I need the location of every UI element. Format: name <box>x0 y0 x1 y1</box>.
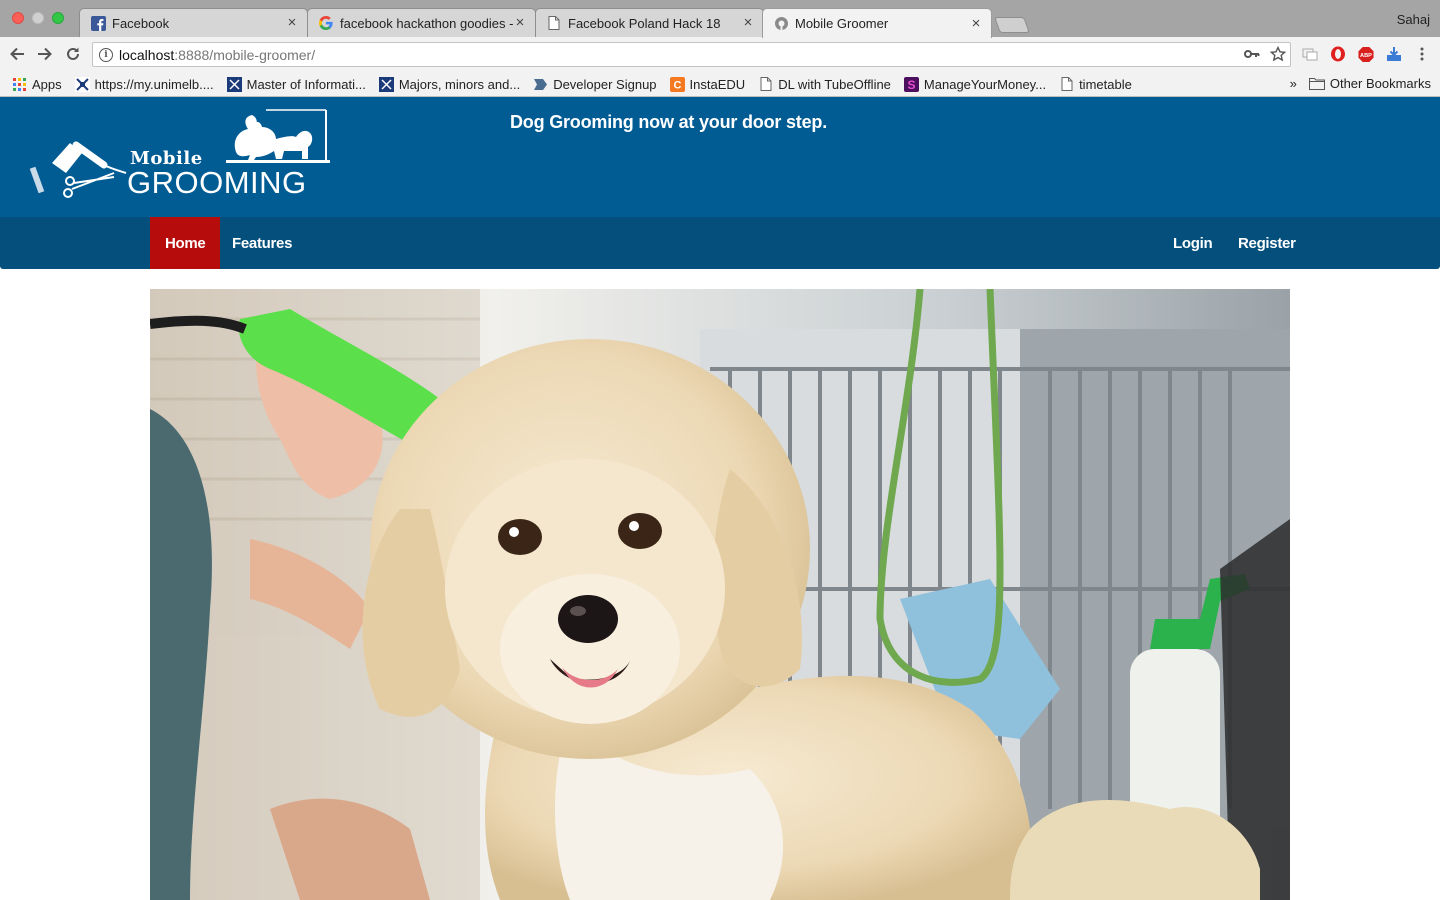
adblock-extension-icon[interactable]: ABP <box>1358 46 1374 62</box>
close-tab-icon[interactable]: × <box>969 16 983 31</box>
bookmark-label: Master of Informati... <box>246 76 366 92</box>
tab-title: Facebook <box>112 15 170 31</box>
bookmarks-bar: Apps https://my.unimelb.... Master of In… <box>0 72 1440 97</box>
minimize-window-button[interactable] <box>32 12 44 24</box>
bookmark-label: DL with TubeOffline <box>778 76 891 92</box>
bookmark-label: Apps <box>32 76 62 92</box>
bookmark-my-unimelb[interactable]: https://my.unimelb.... <box>74 76 214 92</box>
unimelb-icon <box>378 76 394 92</box>
fullscreen-window-button[interactable] <box>52 12 64 24</box>
hero-dog-grooming-image <box>150 289 1290 900</box>
back-arrow-icon[interactable] <box>7 44 27 64</box>
nav-home-link[interactable]: Home <box>150 217 221 269</box>
url-path: :8888/mobile-groomer/ <box>174 46 316 63</box>
facebook-icon <box>90 15 106 31</box>
instaedu-icon: C <box>669 76 685 92</box>
tab-title: facebook hackathon goodies - <box>340 15 513 31</box>
bookmark-label: InstaEDU <box>689 76 746 92</box>
nav-register-link[interactable]: Register <box>1223 217 1311 269</box>
tab-title: Facebook Poland Hack 18 <box>568 15 721 31</box>
developer-icon <box>533 77 548 92</box>
svg-text:C: C <box>673 79 681 91</box>
bookmark-manageyourmoney[interactable]: S ManageYourMoney... <box>903 76 1047 92</box>
page-icon <box>546 15 562 31</box>
unimelb-icon <box>226 76 242 92</box>
svg-text:S: S <box>907 78 915 92</box>
tab-facebook-poland-hack[interactable]: Facebook Poland Hack 18 × <box>535 8 764 37</box>
close-tab-icon[interactable]: × <box>285 15 299 30</box>
unimelb-icon <box>74 76 90 92</box>
bookmark-instaedu[interactable]: C InstaEDU <box>669 76 746 92</box>
forward-arrow-icon[interactable] <box>35 44 55 64</box>
new-tab-button[interactable] <box>994 17 1030 33</box>
bookmark-apps[interactable]: Apps <box>12 77 62 92</box>
key-icon[interactable] <box>1244 46 1260 65</box>
reload-icon[interactable] <box>63 44 83 64</box>
download-extension-icon[interactable] <box>1386 46 1402 62</box>
logo-grooming-text: GROOMING <box>127 165 307 200</box>
bookmark-timetable[interactable]: timetable <box>1059 77 1132 92</box>
site-info-icon[interactable]: i <box>99 47 113 62</box>
opera-extension-icon[interactable] <box>1330 46 1346 62</box>
tab-google-search[interactable]: facebook hackathon goodies - × <box>307 8 536 37</box>
folder-icon <box>1308 77 1325 90</box>
menu-kebab-icon[interactable] <box>1414 46 1430 62</box>
close-tab-icon[interactable]: × <box>513 15 527 30</box>
site-logo[interactable]: Mobile GROOMING <box>26 107 336 207</box>
bookmark-label: Majors, minors and... <box>398 76 521 92</box>
site-header: Mobile GROOMING Dog Grooming now at your… <box>0 97 1440 217</box>
tab-mobile-groomer[interactable]: Mobile Groomer × <box>762 8 992 38</box>
address-bar[interactable]: i localhost:8888/mobile-groomer/ <box>92 42 1291 67</box>
browser-tab-strip: Facebook × facebook hackathon goodies - … <box>0 0 1440 38</box>
tab-facebook[interactable]: Facebook × <box>79 8 308 37</box>
tab-title: Mobile Groomer <box>795 16 889 31</box>
close-tab-icon[interactable]: × <box>741 15 755 30</box>
globe-icon <box>773 16 789 32</box>
svg-text:ABP: ABP <box>1360 52 1372 58</box>
profile-name[interactable]: Sahaj <box>1397 12 1430 27</box>
cast-extension-icon[interactable] <box>1302 46 1318 62</box>
manageyourmoney-icon: S <box>903 76 919 92</box>
bookmark-label: Developer Signup <box>553 76 657 92</box>
site-tagline: Dog Grooming now at your door step. <box>510 112 827 132</box>
bookmark-developer-signup[interactable]: Developer Signup <box>533 76 657 92</box>
bookmark-label: timetable <box>1079 76 1132 92</box>
page-icon <box>758 77 773 92</box>
nav-login-link[interactable]: Login <box>1158 217 1227 269</box>
google-icon <box>318 15 334 31</box>
apps-grid-icon <box>12 77 27 92</box>
bookmark-star-icon[interactable] <box>1269 45 1287 65</box>
bookmark-label: https://my.unimelb.... <box>94 76 214 92</box>
close-window-button[interactable] <box>12 12 24 24</box>
main-navigation: Home Features Login Register <box>0 217 1440 269</box>
bookmark-tubeoffline[interactable]: DL with TubeOffline <box>758 77 891 92</box>
bookmarks-overflow-button[interactable]: » <box>1290 76 1297 91</box>
bookmark-master-of-information[interactable]: Master of Informati... <box>226 76 366 92</box>
other-bookmarks-button[interactable]: Other Bookmarks <box>1330 76 1431 91</box>
page-icon <box>1059 77 1074 92</box>
browser-toolbar: i localhost:8888/mobile-groomer/ ABP <box>0 37 1440 72</box>
bookmark-label: ManageYourMoney... <box>923 76 1047 92</box>
nav-features-link[interactable]: Features <box>217 217 307 269</box>
dog-grooming-photo-illustration <box>150 289 1290 900</box>
url-host: localhost <box>119 46 175 63</box>
bookmark-majors-minors[interactable]: Majors, minors and... <box>378 76 521 92</box>
